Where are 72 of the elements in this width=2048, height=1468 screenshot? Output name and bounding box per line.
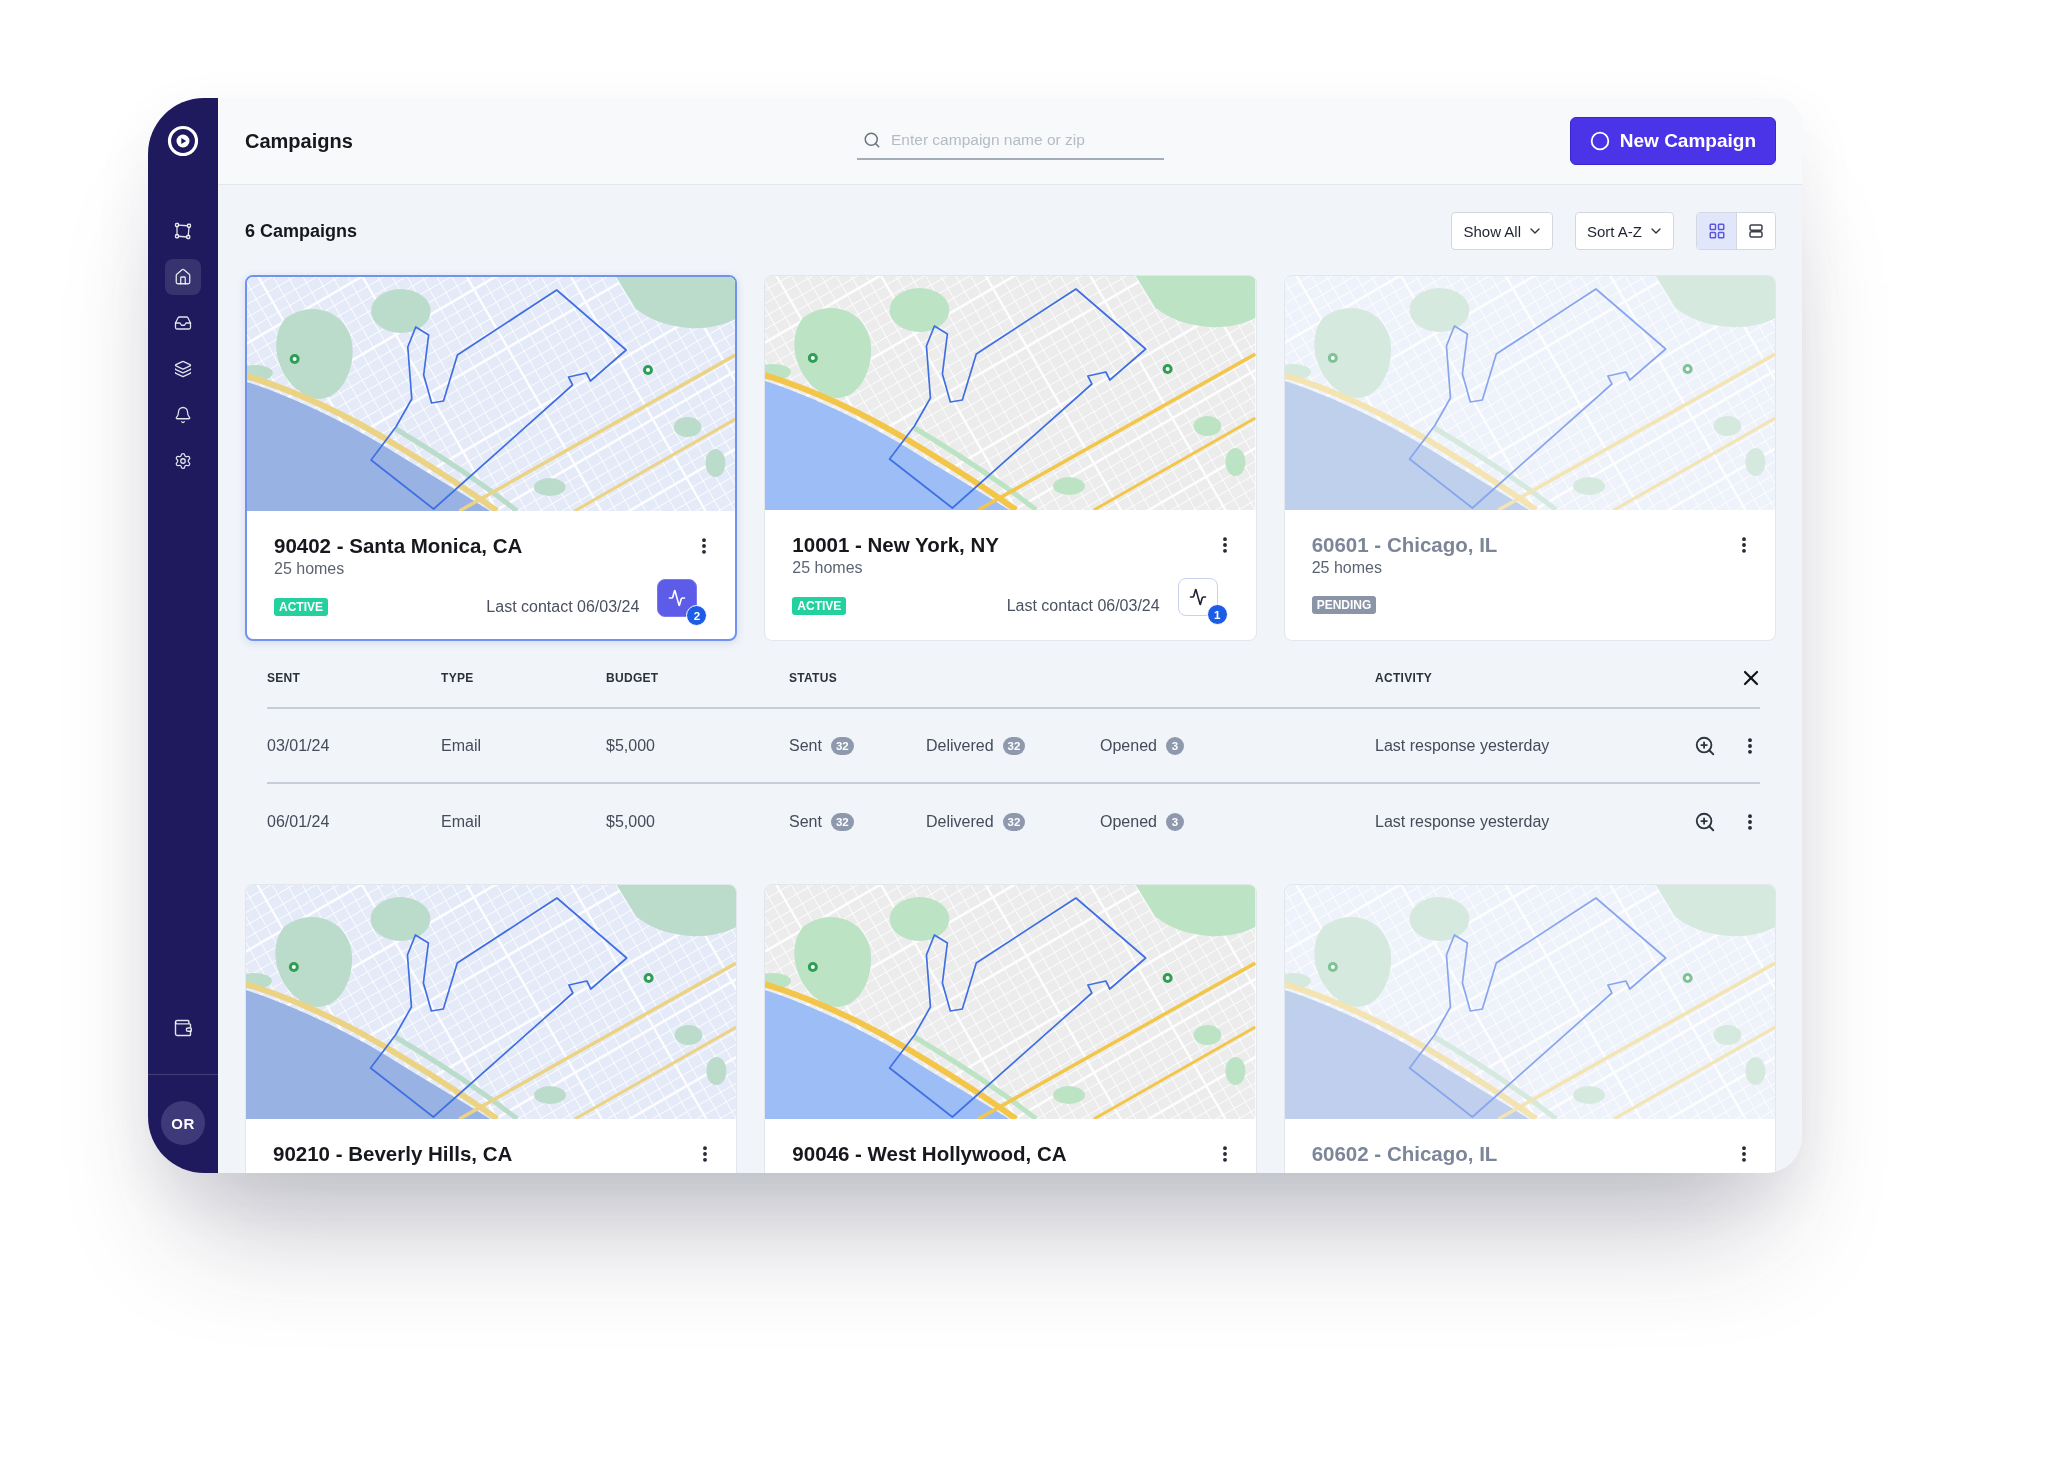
table-cell: Email: [441, 736, 481, 755]
table-cell: Last response yesterday: [1375, 736, 1550, 755]
wallet-icon[interactable]: [173, 1018, 193, 1038]
status-label: Opened: [1100, 736, 1157, 755]
campaign-title: 60602 - Chicago, IL: [1311, 1141, 1498, 1167]
table-cell: $5,000: [606, 736, 655, 755]
last-contact-text: Last contact 06/03/24: [1006, 596, 1160, 616]
notification-badge: 1: [1206, 604, 1228, 625]
column-header: BUDGET: [606, 671, 660, 685]
status-badge: PENDING: [1311, 596, 1377, 614]
sort-dropdown[interactable]: Sort A-Z: [1575, 212, 1674, 250]
bell-icon[interactable]: [174, 406, 192, 424]
campaign-title: 10001 - New York, NY: [792, 532, 999, 558]
campaign-card[interactable]: 60601 - Chicago, IL 25 homes PENDING: [1283, 275, 1776, 641]
table-cell: $5,000: [606, 812, 655, 831]
home-icon[interactable]: [165, 259, 201, 295]
last-contact-text: Last contact 06/03/24: [486, 597, 640, 617]
status-label: Sent: [789, 736, 822, 755]
filter-dropdown[interactable]: Show All: [1451, 212, 1553, 250]
grid-icon: [1707, 222, 1726, 240]
status-label: Delivered: [926, 736, 994, 755]
homes-count: 25 homes: [792, 558, 863, 578]
campaign-title: 60601 - Chicago, IL: [1311, 532, 1498, 558]
homes-count: 25 homes: [1311, 558, 1382, 578]
count-badge: 32: [830, 812, 854, 831]
new-campaign-button[interactable]: New Campaign: [1569, 117, 1776, 165]
column-header: TYPE: [441, 671, 475, 685]
layers-icon[interactable]: [174, 360, 192, 378]
list-icon: [1747, 222, 1765, 240]
search-field[interactable]: Enter campaign name or zip: [857, 122, 1164, 160]
column-header: SENT: [267, 671, 302, 685]
table-cell: Last response yesterday: [1375, 812, 1550, 831]
list-view-button[interactable]: [1736, 213, 1775, 249]
table-cell: Email: [441, 812, 481, 831]
status-badge: ACTIVE: [274, 598, 328, 616]
status-label: Sent: [789, 812, 822, 831]
column-header: STATUS: [789, 671, 839, 685]
count-badge: 3: [1165, 736, 1184, 755]
status-badge: ACTIVE: [792, 597, 847, 615]
campaign-count: 6 Campaigns: [245, 220, 358, 242]
page-title: Campaigns: [245, 129, 353, 153]
logo-icon[interactable]: [166, 124, 200, 158]
circle-icon: [1589, 131, 1610, 151]
column-header: ACTIVITY: [1375, 671, 1434, 685]
search-icon: [863, 131, 881, 149]
status-label: Opened: [1100, 812, 1157, 831]
campaign-card[interactable]: 90046 - West Hollywood, CA: [764, 884, 1257, 1173]
settings-icon[interactable]: [174, 452, 192, 470]
count-badge: 32: [830, 736, 854, 755]
zoom-in-icon[interactable]: [1694, 810, 1716, 833]
shape-icon[interactable]: [174, 222, 192, 240]
campaign-card[interactable]: 90210 - Beverly Hills, CA: [245, 884, 738, 1173]
campaign-card[interactable]: 90402 - Santa Monica, CA 25 homes ACTIVE Last contact 06/03/24 2: [245, 275, 738, 641]
count-badge: 32: [1002, 736, 1026, 755]
notification-badge: 2: [686, 605, 708, 626]
count-badge: 32: [1002, 812, 1026, 831]
campaign-card[interactable]: 10001 - New York, NY 25 homes ACTIVE Last contact 06/03/24 1: [764, 275, 1257, 641]
table-cell: 06/01/24: [267, 812, 330, 831]
campaign-title: 90402 - Santa Monica, CA: [274, 533, 523, 559]
pulse-icon: [1188, 588, 1207, 606]
pulse-icon: [668, 589, 687, 607]
user-avatar[interactable]: OR: [161, 1101, 205, 1145]
campaign-title: 90046 - West Hollywood, CA: [792, 1141, 1067, 1167]
count-badge: 3: [1165, 812, 1184, 831]
grid-view-button[interactable]: [1697, 213, 1736, 249]
campaign-title: 90210 - Beverly Hills, CA: [273, 1141, 513, 1167]
table-cell: 03/01/24: [267, 736, 330, 755]
campaign-card[interactable]: 60602 - Chicago, IL: [1283, 884, 1776, 1173]
homes-count: 25 homes: [274, 559, 345, 579]
status-label: Delivered: [926, 812, 994, 831]
inbox-icon[interactable]: [174, 314, 192, 332]
zoom-in-icon[interactable]: [1694, 734, 1716, 757]
